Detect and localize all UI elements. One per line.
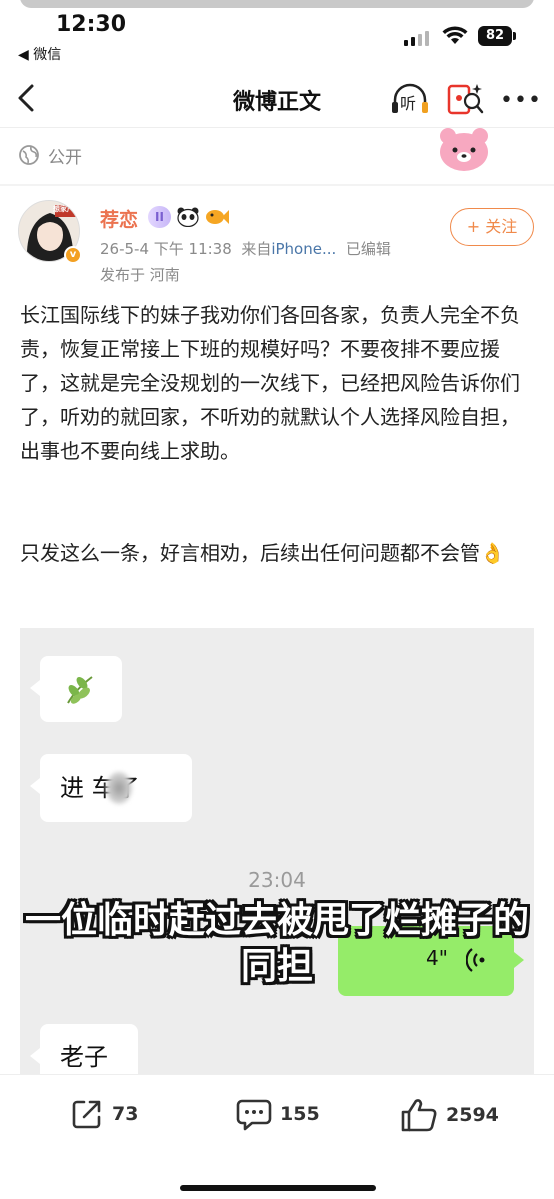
chat-bubble-message: 老子 <box>30 1024 138 1074</box>
author-badges: II <box>148 206 229 228</box>
comment-icon <box>236 1099 272 1131</box>
section-divider <box>0 184 554 186</box>
author-name[interactable]: 荐恋 <box>100 205 138 232</box>
blurred-redaction <box>106 772 132 804</box>
listen-label: 听 <box>400 94 417 113</box>
nav-bar: 微博正文 听 ••• <box>0 70 554 128</box>
repost-count: 73 <box>112 1103 139 1125</box>
post-body: 长江国际线下的妹子我劝你们各回各家，负责人完全不负责，恢复正常接上下班的规模好吗… <box>20 303 520 463</box>
red-packet-icon[interactable] <box>446 80 486 118</box>
bear-sticker-icon[interactable] <box>438 126 490 172</box>
avatar-sign-text: 想家产 <box>53 205 74 213</box>
wifi-icon <box>442 26 468 44</box>
follow-button[interactable]: + 关注 <box>450 208 534 246</box>
chat-timestamp: 23:04 <box>248 868 306 892</box>
action-bar: 73 155 2594 <box>0 1074 554 1199</box>
post-meta: 26-5-4 下午 11:38 来自iPhone... 已编辑 <box>100 238 391 259</box>
fish-icon <box>205 210 229 224</box>
comment-button[interactable]: 155 <box>236 1097 320 1131</box>
status-bar: 12:30 ◀ 微信 82 <box>0 0 554 70</box>
like-count: 2594 <box>446 1104 499 1126</box>
thumbs-up-icon <box>401 1099 437 1132</box>
more-icon[interactable]: ••• <box>500 88 542 113</box>
visibility-row: 公开 <box>18 140 82 170</box>
listen-headphones-icon[interactable]: 听 <box>390 82 430 116</box>
level-badge: II <box>148 206 171 228</box>
chat-message-text: 老子 <box>60 1043 108 1071</box>
globe-icon <box>19 145 39 165</box>
panda-icon <box>177 207 199 227</box>
visibility-label: 公开 <box>48 147 82 168</box>
video-caption: 一位临时赶过去被甩了烂摊子的同担 <box>24 900 529 987</box>
post-body-secondary: 只发这么一条，好言相劝，后续出任何问题都不会管👌 <box>20 541 505 565</box>
edited-label[interactable]: 已编辑 <box>346 240 391 258</box>
verified-badge-icon: v <box>64 246 82 264</box>
comment-count: 155 <box>280 1103 320 1125</box>
chat-bubble-sticker <box>30 656 122 722</box>
chat-bubble-message: 进 车了 <box>30 754 192 822</box>
top-pill-decoration <box>20 0 534 8</box>
back-to-wechat-link[interactable]: ◀ 微信 <box>18 44 61 64</box>
cellular-signal-icon <box>404 30 429 46</box>
home-indicator <box>180 1185 376 1191</box>
battery-indicator: 82 <box>478 26 516 46</box>
leaf-sticker-icon <box>67 676 93 704</box>
post-location: 发布于 河南 <box>100 266 180 284</box>
source-prefix: 来自 <box>241 240 272 258</box>
like-button[interactable]: 2594 <box>400 1097 499 1133</box>
repost-icon <box>72 1100 101 1129</box>
post-image-chat[interactable]: 进 车了 23:04 4" 一位临时赶过去被甩了烂摊子的同担 老子 <box>20 628 534 1074</box>
status-time: 12:30 <box>56 12 127 37</box>
post-source[interactable]: iPhone... <box>271 240 336 258</box>
repost-button[interactable]: 73 <box>70 1097 138 1131</box>
post-time: 26-5-4 下午 11:38 <box>100 240 232 258</box>
